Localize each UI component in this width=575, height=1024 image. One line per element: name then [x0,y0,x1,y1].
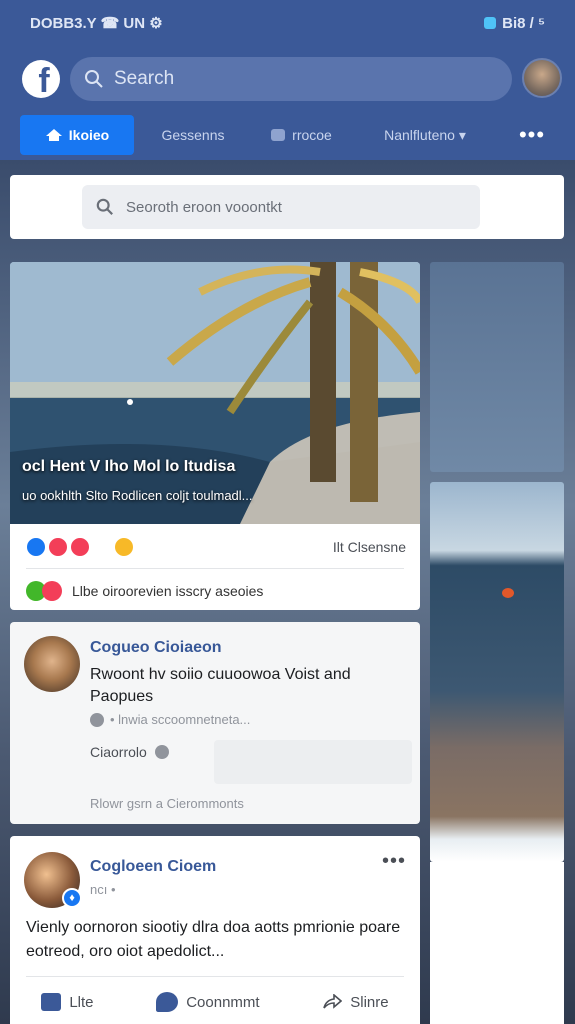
comment-meta-text: • lnwia sccoomnetneta... [110,712,251,727]
like-reaction-icon [26,537,46,557]
search-icon [96,198,113,215]
search-placeholder: Search [114,68,175,89]
status-right-text: Bi8 / ⁵ [502,14,545,32]
divider [26,976,404,977]
post-time: ncı • [90,882,116,897]
status-left: DOBB3.Y ☎ UN ⚙ [30,15,163,32]
caption-title: ocl Hent V Iho Mol lo Itudisa [22,458,236,475]
poster-name[interactable]: Cogloeen Cioem [90,858,216,876]
post-text: Vienly oornoron siootiy dlra doa aotts p… [26,919,401,960]
post-actions: Llte Coonnmmt Slinre [10,984,420,1020]
tab-home[interactable]: Ikoieo [20,115,134,155]
feed-search-placeholder: Seoroth eroon vooontkt [126,198,282,216]
search-bar[interactable]: Search [70,57,512,101]
comment-icon [156,992,179,1012]
commenter-avatar[interactable] [24,636,80,692]
tab-notifications[interactable]: Nanlfluteno ▾ [362,115,488,155]
divider [26,568,404,569]
top-bar: f Search Ikoieo Gessenns rrocoe Nanlflut… [0,46,575,160]
tab-notifications-label: Nanlfluteno ▾ [384,126,466,143]
logo-letter: f [38,62,50,98]
write-comment-prompt[interactable]: Rlowr gsrn a Cierommonts [90,796,244,811]
facebook-logo-icon[interactable]: f [22,60,60,98]
status-bar: DOBB3.Y ☎ UN ⚙ Bi8 / ⁵ [0,0,575,46]
share-label: Slinre [350,993,389,1011]
tab-watch[interactable]: rrocoe [256,115,346,155]
post-options-button[interactable]: ••• [382,850,406,873]
like-summary-text: Llbe oiroorevien isscry aseoies [72,583,264,599]
side-photo-beach[interactable] [430,482,564,862]
comment-input[interactable] [214,740,412,784]
comment-card: Cogueo Cioiaeon Rwoont hv soiio cuuoowoa… [10,622,420,824]
comment-input-label-row: Ciaorrolo [90,744,169,760]
post-card: ♦ Cogloeen Cioem ncı • ••• Vienly oornor… [10,836,420,1024]
search-icon [85,70,103,88]
more-icon: ••• [518,122,546,147]
commenter-name[interactable]: Cogueo Cioiaeon [90,639,222,657]
share-button[interactable]: Slinre [322,993,389,1011]
like-button[interactable]: Llte [41,993,94,1011]
reactions-row: Ilt Clsensne [26,534,406,560]
love-reaction-icon [48,537,68,557]
photo-caption: ocl Hent V Iho Mol lo Itudisa uo ookhlth… [22,458,412,503]
status-right: Bi8 / ⁵ [484,15,545,32]
tab-groups-label: Gessenns [161,127,225,143]
more-menu-button[interactable]: ••• [510,115,554,155]
photo-post-card: ocl Hent V Iho Mol lo Itudisa uo ookhlth… [10,262,420,610]
side-photo-top[interactable] [430,262,564,472]
comment-meta: • lnwia sccoomnetneta... [90,712,250,727]
comment-input-label: Ciaorrolo [90,744,147,760]
comment-button[interactable]: Coonnmmt [156,992,260,1012]
like-label: Llte [69,993,94,1011]
love-reaction-icon [70,537,90,557]
nav-tabs: Ikoieo Gessenns rrocoe Nanlfluteno ▾ ••• [0,114,575,156]
love-icon [42,581,62,601]
haha-reaction-icon [114,537,134,557]
feed-search-card: Seoroth eroon vooontkt [10,175,564,239]
reaction-count[interactable]: Ilt Clsensne [333,539,406,555]
like-summary-row[interactable]: Llbe oiroorevien isscry aseoies [26,578,263,604]
wifi-icon [484,17,497,29]
watch-icon [271,129,286,141]
tab-groups[interactable]: Gessenns [150,115,236,155]
emoji-icon[interactable] [154,745,169,759]
comment-label: Coonnmmt [186,993,260,1011]
home-icon [45,129,62,141]
share-icon [323,994,343,1009]
reaction-icons[interactable] [26,537,134,557]
post-photo[interactable]: ocl Hent V Iho Mol lo Itudisa uo ookhlth… [10,262,420,524]
globe-icon [90,712,104,727]
thumbs-up-icon [41,993,62,1011]
tab-watch-label: rrocoe [292,127,332,143]
feed-search-input[interactable]: Seoroth eroon vooontkt [82,185,480,229]
buoy [502,588,514,598]
caption-subtitle: uo ookhlth Slto Rodlicen coljt toulmadl.… [22,488,253,503]
tab-home-label: Ikoieo [68,127,110,143]
profile-avatar[interactable] [522,58,562,98]
side-panel-blank [430,862,564,1024]
verified-badge-icon: ♦ [62,888,82,908]
comment-text: Rwoont hv soiio cuuoowoa Voist and Paopu… [90,666,351,705]
